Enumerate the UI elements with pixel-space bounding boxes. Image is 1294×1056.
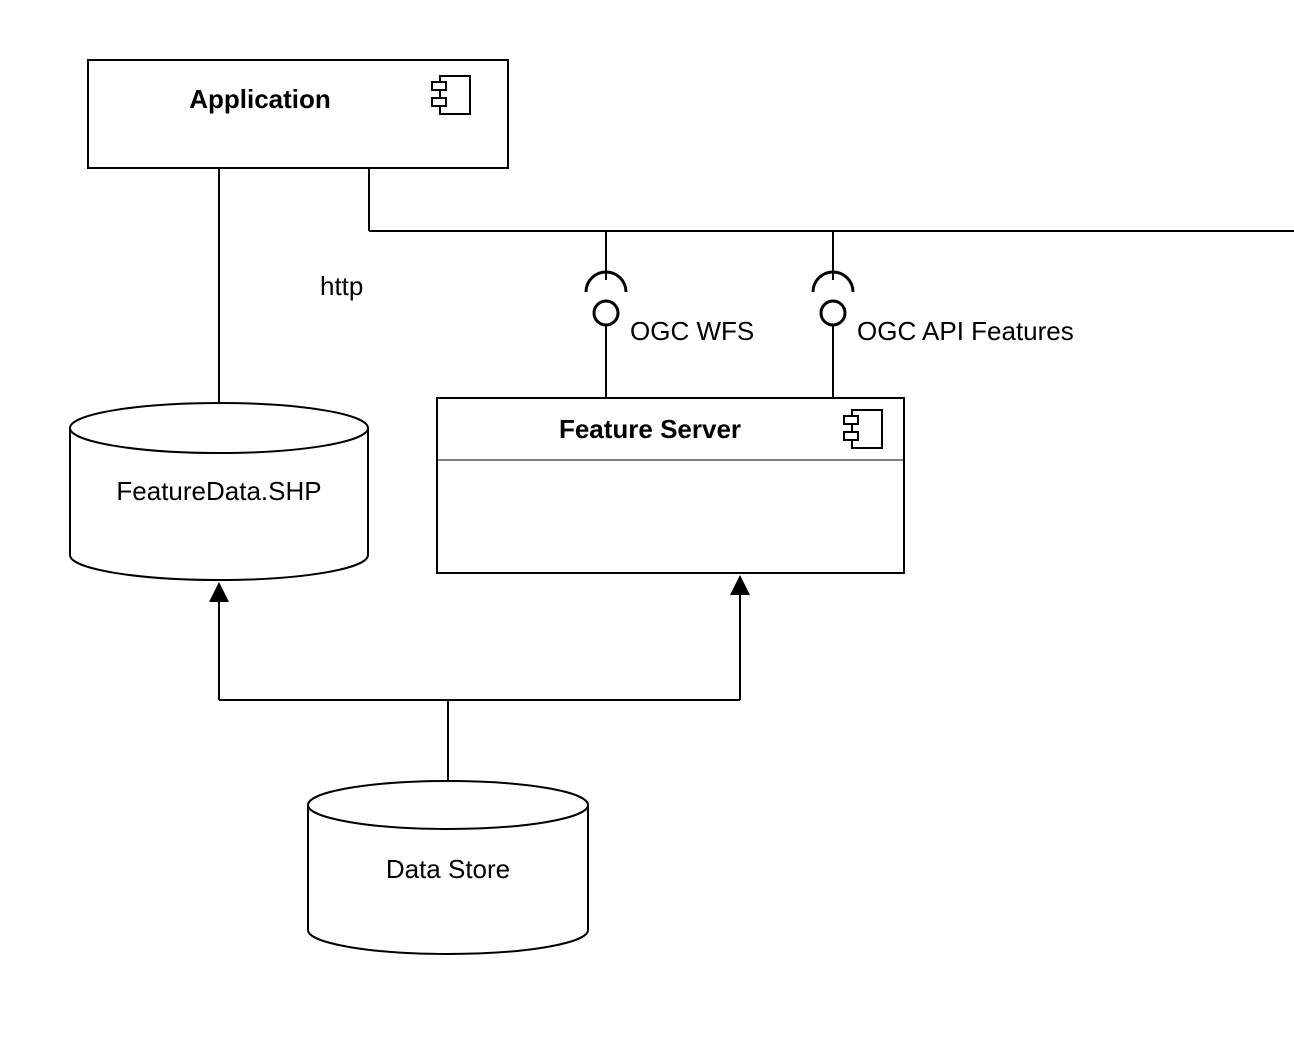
architecture-diagram: Application http OGC WFS OGC API Feature… (0, 0, 1294, 1056)
datastore-to-featureserver-arrow (730, 575, 750, 700)
http-label: http (320, 271, 363, 301)
data-store-label: Data Store (386, 854, 510, 884)
application-label: Application (189, 84, 331, 114)
featuredata-shp-cylinder: FeatureData.SHP (70, 403, 368, 580)
feature-server-label: Feature Server (559, 414, 741, 444)
application-component: Application (88, 60, 508, 168)
ogc-wfs-label: OGC WFS (630, 316, 754, 346)
ogc-api-features-label: OGC API Features (857, 316, 1074, 346)
ogc-api-features-interface: OGC API Features (813, 231, 1074, 398)
feature-server-component: Feature Server (437, 398, 904, 573)
ogc-wfs-interface: OGC WFS (586, 231, 754, 398)
featuredata-shp-label: FeatureData.SHP (116, 476, 321, 506)
data-store-cylinder: Data Store (308, 781, 588, 954)
datastore-to-featuredata-arrow (209, 582, 740, 781)
